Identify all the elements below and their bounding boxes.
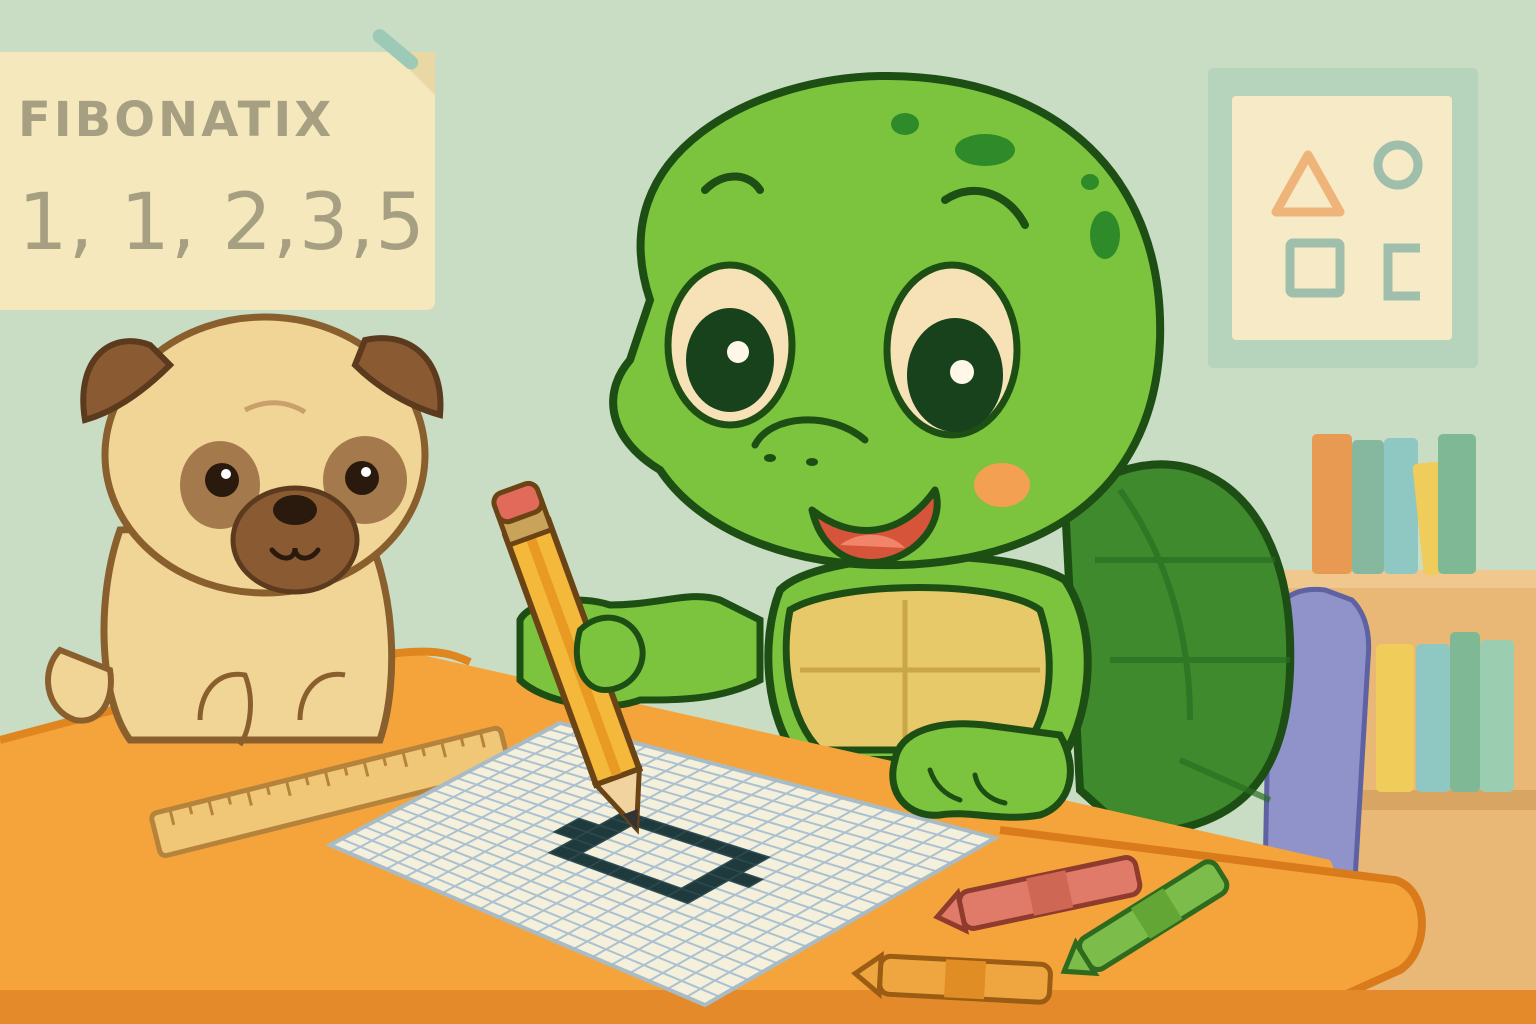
book: [1480, 640, 1514, 792]
book: [1352, 440, 1384, 574]
book: [1438, 434, 1476, 574]
turtle-right-eye: [883, 261, 1021, 439]
book: [1312, 434, 1352, 574]
book: [1416, 644, 1450, 792]
book: [1376, 644, 1414, 792]
scene-svg: [0, 0, 1536, 1024]
turtle-head: [609, 71, 1165, 570]
poster-title: FIBONATIX: [18, 92, 335, 148]
illustration-scene: FIBONATIX 1, 1, 2,3,5: [0, 0, 1536, 1024]
turtle-right-hand: [889, 720, 1074, 821]
book: [1450, 632, 1480, 792]
shapes-poster: [1208, 68, 1478, 368]
turtle-shell: [1060, 460, 1295, 840]
book: [1384, 438, 1418, 574]
poster-sequence: 1, 1, 2,3,5: [18, 178, 426, 268]
turtle-left-eye: [664, 261, 796, 429]
turtle-fingers: [573, 614, 646, 694]
